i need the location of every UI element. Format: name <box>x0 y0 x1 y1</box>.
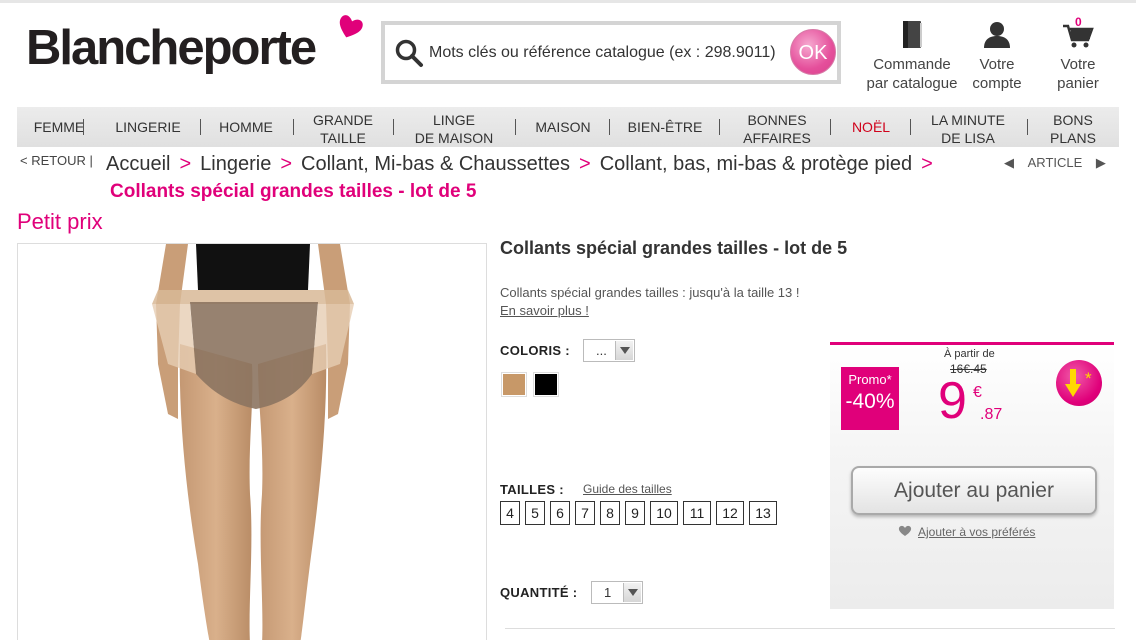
product-image[interactable] <box>17 243 487 640</box>
logo-text: Blancheporte <box>26 21 317 75</box>
nav-item-linge-de-maison[interactable]: LINGE DE MAISON <box>409 111 499 147</box>
breadcrumb-sep: > <box>579 153 591 175</box>
price-currency: € <box>973 384 982 401</box>
search-box: OK <box>381 21 841 84</box>
petit-prix-label: Petit prix <box>17 209 103 234</box>
nav-item-homme[interactable]: HOMME <box>216 118 276 136</box>
chevron-down-icon <box>615 341 633 360</box>
account-link[interactable]: Votre compte <box>962 20 1032 93</box>
nav-item-maison[interactable]: MAISON <box>531 118 595 136</box>
nav-item-bons-plans[interactable]: BONS PLANS <box>1043 111 1103 147</box>
nav-item-noel[interactable]: NOËL <box>845 118 897 136</box>
top-border <box>0 0 1136 3</box>
nav-item-bonnes-affaires[interactable]: BONNES AFFAIRES <box>739 111 815 147</box>
swatch-nude[interactable] <box>502 373 526 396</box>
catalogue-book-icon <box>903 21 922 48</box>
read-more-link[interactable]: En savoir plus ! <box>500 303 589 318</box>
colors-select-value: ... <box>596 343 607 358</box>
cart-icon <box>1063 24 1094 48</box>
breadcrumb-sep: > <box>179 153 192 175</box>
product-title: Collants spécial grandes tailles - lot d… <box>500 238 848 258</box>
search-ok-button[interactable]: OK <box>790 29 836 75</box>
quantity-select[interactable]: 1 <box>591 581 643 604</box>
breadcrumb-sep: > <box>921 153 933 175</box>
nav-item-lingerie[interactable]: LINGERIE <box>113 118 183 136</box>
price-integer: 9 <box>938 372 967 430</box>
chevron-down-icon <box>623 583 641 602</box>
breadcrumb-collant-bas[interactable]: Collant, bas, mi-bas & protège pied <box>600 153 912 175</box>
add-to-cart-button[interactable]: Ajouter au panier <box>851 466 1097 515</box>
colors-label: COLORIS : <box>500 343 570 358</box>
article-nav: ◀ ARTICLE ▶ <box>1004 155 1106 171</box>
breadcrumb-accueil[interactable]: Accueil <box>106 153 170 175</box>
promo-badge: Promo* -40% <box>841 367 899 430</box>
logo-heart-icon <box>339 15 363 38</box>
nav-item-la-minute-de-lisa[interactable]: LA MINUTE DE LISA <box>925 111 1011 147</box>
catalogue-line1: Commande <box>873 56 951 73</box>
price-from-label: À partir de <box>944 348 995 360</box>
size-option[interactable]: 7 <box>575 501 595 525</box>
tights-illustration <box>152 244 354 640</box>
back-link[interactable]: < RETOUR | <box>20 153 93 168</box>
colors-select[interactable]: ... <box>583 339 635 362</box>
size-guide-link[interactable]: Guide des tailles <box>583 482 672 496</box>
add-to-favorites-link[interactable]: Ajouter à vos préférés <box>918 525 1035 539</box>
swatch-black[interactable] <box>534 373 558 396</box>
size-option[interactable]: 6 <box>550 501 570 525</box>
size-option[interactable]: 8 <box>600 501 620 525</box>
size-option[interactable]: 12 <box>716 501 744 525</box>
promo-percent: -40% <box>845 390 895 413</box>
account-line1: Votre <box>979 56 1015 73</box>
sizes-label: TAILLES : <box>500 482 564 497</box>
breadcrumb: Accueil > Lingerie > Collant, Mi-bas & Chaus… <box>106 153 942 176</box>
size-option[interactable]: 10 <box>650 501 678 525</box>
size-option[interactable]: 4 <box>500 501 520 525</box>
breadcrumb-collant-mi-bas[interactable]: Collant, Mi-bas & Chaussettes <box>301 153 570 175</box>
cart-line1: Votre <box>1060 56 1096 73</box>
cart-line2: panier <box>1057 75 1099 92</box>
prev-article-icon[interactable]: ◀ <box>1004 155 1014 170</box>
divider <box>505 628 1115 629</box>
catalogue-order-link[interactable]: Commande par catalogue <box>862 20 962 93</box>
size-option[interactable]: 5 <box>525 501 545 525</box>
search-icon <box>395 39 423 67</box>
svg-text:*: * <box>1085 369 1092 388</box>
down-arrow-icon: * <box>1065 369 1092 397</box>
user-icon <box>984 22 1010 48</box>
catalogue-line2: par catalogue <box>866 75 958 92</box>
nav-item-grande-taille[interactable]: GRANDE TAILLE <box>307 111 379 147</box>
heart-icon <box>898 525 912 536</box>
nav-item-bien-etre[interactable]: BIEN-ÊTRE <box>625 118 705 136</box>
quantity-select-value: 1 <box>604 585 612 600</box>
quantity-label: QUANTITÉ : <box>500 585 578 600</box>
search-input[interactable] <box>429 35 789 71</box>
product-description: Collants spécial grandes tailles : jusqu… <box>500 285 800 300</box>
size-option[interactable]: 9 <box>625 501 645 525</box>
breadcrumb-sep: > <box>280 153 293 175</box>
next-article-icon[interactable]: ▶ <box>1096 155 1106 170</box>
price-drop-badge: * <box>1056 360 1102 406</box>
price-decimals: .87 <box>980 406 1003 423</box>
promo-label: Promo* <box>848 372 892 387</box>
size-option[interactable]: 11 <box>683 501 711 525</box>
breadcrumb-lingerie[interactable]: Lingerie <box>200 153 271 175</box>
breadcrumb-current: Collants spécial grandes tailles - lot d… <box>110 181 477 202</box>
main-nav: FEMME LINGERIE HOMME GRANDE TAILLE LINGE D… <box>17 107 1119 147</box>
brand-logo[interactable]: Blancheporte <box>26 20 317 76</box>
cart-link[interactable]: Votre panier <box>1046 20 1110 93</box>
account-line2: compte <box>972 75 1022 92</box>
article-label: ARTICLE <box>1027 155 1083 170</box>
nav-item-femme[interactable]: FEMME <box>33 118 85 136</box>
size-option[interactable]: 13 <box>749 501 777 525</box>
